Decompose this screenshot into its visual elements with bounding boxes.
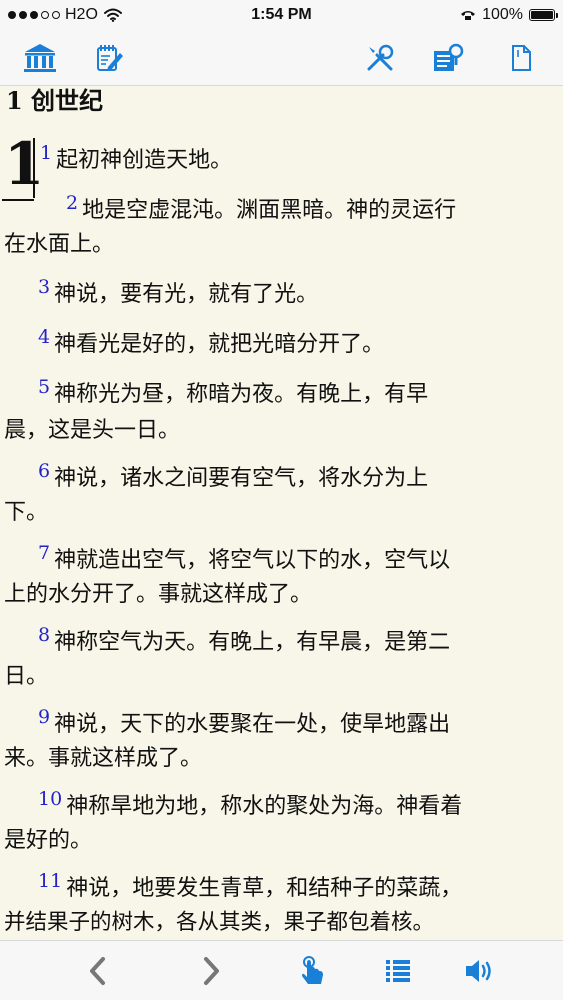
- verse-number: 10: [38, 788, 63, 810]
- bookmark-page-icon: [512, 45, 531, 71]
- verse[interactable]: 3 神说，要有光，就有了光。: [38, 276, 318, 314]
- reader-content[interactable]: 1 创世纪 1 1 起初神创造天地。 2 地是空虚混沌。渊面黑暗。神的灵运行 在水面…: [0, 86, 563, 939]
- verse[interactable]: 2 地是空虚混沌。渊面黑暗。神的灵运行: [66, 192, 456, 230]
- next-chapter-button[interactable]: [193, 953, 229, 989]
- verse-text: 神称空气为天。有晚上，有早晨，是第二: [54, 630, 451, 655]
- verse[interactable]: 5 神称光为昼，称暗为夜。有晚上，有早: [38, 376, 428, 414]
- verse-number: 2: [66, 192, 79, 214]
- notes-edit-icon: [97, 45, 123, 71]
- verse-text: 是好的。: [4, 828, 93, 853]
- verse[interactable]: 11 神说，地要发生青草，和结种子的菜蔬，: [38, 870, 462, 908]
- verse-text: 上的水分开了。事就这样成了。: [4, 582, 313, 607]
- list-icon: [386, 960, 410, 982]
- top-toolbar: [0, 30, 563, 86]
- verse-text: 神说，地要发生青草，和结种子的菜蔬，: [66, 876, 463, 901]
- search-list-icon: [434, 43, 464, 71]
- chapter-list-button[interactable]: [380, 953, 416, 989]
- verse-number: 3: [38, 276, 51, 298]
- verse-number: 7: [38, 542, 51, 564]
- book-title: 1 创世纪: [6, 86, 104, 115]
- notes-button[interactable]: [92, 40, 128, 76]
- tap-mode-button[interactable]: [296, 953, 332, 989]
- verse-number: 4: [38, 326, 51, 348]
- status-bar: H2O 1:54 PM 100%: [0, 0, 563, 30]
- verse-continuation: 日。: [4, 658, 48, 696]
- verse-continuation: 下。: [4, 494, 48, 532]
- phone-lock-icon: [461, 11, 476, 20]
- chevron-left-icon: [90, 957, 105, 985]
- verse-number: 5: [38, 376, 51, 398]
- verse-continuation: 在水面上。: [4, 226, 114, 264]
- verse-text: 并结果子的树木，各从其类，果子都包着核。: [4, 910, 435, 935]
- verse[interactable]: 10 神称旱地为地，称水的聚处为海。神看着: [38, 788, 462, 826]
- verse-continuation: 晨，这是头一日。: [4, 412, 180, 450]
- previous-chapter-button[interactable]: [80, 953, 116, 989]
- verse-text: 来。事就这样成了。: [4, 746, 203, 771]
- verse[interactable]: 8 神称空气为天。有晚上，有早晨，是第二: [38, 624, 450, 662]
- verse-number: 11: [38, 870, 63, 892]
- verse-text: 日。: [4, 664, 49, 689]
- status-right: 100%: [460, 6, 558, 24]
- chapter-underline: [2, 199, 34, 201]
- battery-icon: [529, 9, 558, 21]
- verse-text: 神就造出空气，将空气以下的水，空气以: [54, 548, 451, 573]
- verse[interactable]: 6 神说，诸水之间要有空气，将水分为上: [38, 460, 428, 498]
- verse-continuation: 上的水分开了。事就这样成了。: [4, 576, 312, 614]
- speaker-icon: [466, 960, 491, 982]
- search-list-button[interactable]: [430, 40, 466, 76]
- tap-hand-icon: [302, 956, 323, 984]
- verse-text: 神称旱地为地，称水的聚处为海。神看着: [66, 794, 463, 819]
- bottom-toolbar: [0, 940, 563, 1000]
- verse-text: 晨，这是头一日。: [4, 418, 181, 443]
- verse[interactable]: 1 起初神创造天地。: [40, 142, 232, 180]
- verse-continuation: 来。事就这样成了。: [4, 740, 202, 778]
- chevron-right-icon: [204, 957, 219, 985]
- verse-text: 神说，诸水之间要有空气，将水分为上: [54, 466, 429, 491]
- verse-number: 1: [40, 142, 53, 164]
- verse-text: 在水面上。: [4, 232, 115, 257]
- tools-icon: [367, 44, 394, 71]
- bible-library-icon: [24, 44, 56, 72]
- verse-number: 9: [38, 706, 51, 728]
- verse-text: 地是空虚混沌。渊面黑暗。神的灵运行: [82, 198, 457, 223]
- verse-text: 神说，要有光，就有了光。: [54, 282, 319, 307]
- chapter-divider: [33, 138, 35, 198]
- audio-button[interactable]: [462, 953, 498, 989]
- tools-button[interactable]: [362, 40, 398, 76]
- verse-number: 6: [38, 460, 51, 482]
- verse[interactable]: 9 神说，天下的水要聚在一处，使旱地露出: [38, 706, 450, 744]
- library-button[interactable]: [22, 40, 58, 76]
- battery-fill: [531, 11, 553, 19]
- verse-text: 起初神创造天地。: [56, 148, 233, 173]
- chapter-number: 1: [4, 130, 45, 198]
- verse-text: 神看光是好的，就把光暗分开了。: [54, 332, 385, 357]
- battery-percent: 100%: [482, 6, 523, 23]
- verse-number: 8: [38, 624, 51, 646]
- verse-text: 神说，天下的水要聚在一处，使旱地露出: [54, 712, 451, 737]
- verse[interactable]: 7 神就造出空气，将空气以下的水，空气以: [38, 542, 450, 580]
- verse-text: 神称光为昼，称暗为夜。有晚上，有早: [54, 382, 429, 407]
- verse[interactable]: 4 神看光是好的，就把光暗分开了。: [38, 326, 384, 364]
- bookmark-button[interactable]: [503, 40, 539, 76]
- verse-continuation: 是好的。: [4, 822, 92, 860]
- verse-continuation: 并结果子的树木，各从其类，果子都包着核。: [4, 904, 434, 939]
- verse-text: 下。: [4, 500, 49, 525]
